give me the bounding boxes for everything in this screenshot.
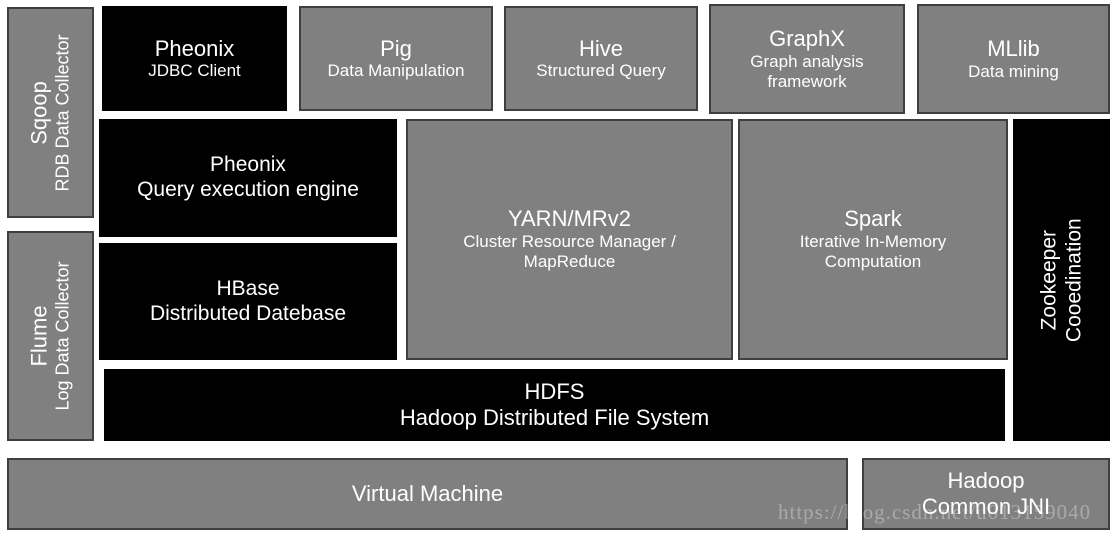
block-pheonix-jdbc-client-title: Pheonix	[154, 35, 235, 61]
block-graphx[interactable]: GraphX Graph analysis framework	[709, 4, 905, 114]
block-sqoop-subtitle: RDB Data Collector	[52, 33, 73, 192]
block-hadoop-common-jni-subtitle: Common JNI	[921, 494, 1051, 519]
hadoop-ecosystem-diagram: Sqoop RDB Data Collector Flume Log Data …	[0, 0, 1114, 537]
block-sqoop-title: Sqoop	[26, 80, 52, 145]
block-pheonix-jdbc-client-subtitle: JDBC Client	[148, 61, 241, 81]
block-hbase-title: HBase	[216, 276, 280, 300]
block-hdfs-title: HDFS	[524, 379, 585, 405]
block-pig[interactable]: Pig Data Manipulation	[299, 6, 493, 111]
block-sqoop[interactable]: Sqoop RDB Data Collector	[7, 7, 94, 218]
block-pig-title: Pig	[380, 35, 412, 61]
block-hadoop-common-jni-title: Hadoop	[947, 468, 1025, 494]
block-hadoop-common-jni[interactable]: Hadoop Common JNI	[862, 458, 1110, 530]
block-pheonix-query-engine[interactable]: Pheonix Query execution engine	[99, 119, 397, 237]
block-zookeeper-title: Zookeeper	[1037, 229, 1061, 331]
block-hive[interactable]: Hive Structured Query	[504, 6, 698, 111]
block-pheonix-query-engine-title: Pheonix	[210, 153, 286, 177]
block-yarn-mrv2-title: YARN/MRv2	[507, 206, 632, 232]
block-pheonix-query-engine-subtitle: Query execution engine	[137, 178, 359, 201]
block-mllib-title: MLlib	[987, 36, 1040, 61]
block-virtual-machine[interactable]: Virtual Machine	[7, 458, 848, 530]
block-spark[interactable]: Spark Iterative In-Memory Computation	[738, 119, 1008, 360]
block-yarn-mrv2-subtitle-line1: Cluster Resource Manager /	[463, 232, 676, 252]
block-hive-title: Hive	[578, 35, 623, 61]
block-zookeeper[interactable]: Zookeeper Cooedination	[1013, 119, 1110, 441]
block-virtual-machine-title: Virtual Machine	[351, 481, 504, 507]
block-hdfs[interactable]: HDFS Hadoop Distributed File System	[104, 369, 1005, 441]
block-spark-subtitle-line2: Computation	[824, 252, 922, 272]
block-zookeeper-subtitle: Cooedination	[1062, 218, 1086, 342]
block-hbase-subtitle: Distributed Datebase	[149, 301, 347, 325]
block-spark-subtitle-line1: Iterative In-Memory	[799, 232, 947, 252]
block-mllib[interactable]: MLlib Data mining	[917, 4, 1110, 114]
block-pheonix-jdbc-client[interactable]: Pheonix JDBC Client	[102, 6, 287, 111]
block-flume[interactable]: Flume Log Data Collector	[7, 231, 94, 441]
block-hive-subtitle: Structured Query	[536, 61, 666, 81]
block-yarn-mrv2-subtitle-line2: MapReduce	[523, 252, 616, 272]
block-mllib-subtitle: Data mining	[968, 61, 1059, 81]
block-hbase[interactable]: HBase Distributed Datebase	[99, 243, 397, 360]
block-hdfs-subtitle: Hadoop Distributed File System	[399, 405, 710, 430]
block-flume-subtitle: Log Data Collector	[52, 261, 73, 411]
block-flume-title: Flume	[26, 305, 52, 367]
block-yarn-mrv2[interactable]: YARN/MRv2 Cluster Resource Manager / Map…	[406, 119, 733, 360]
block-pig-subtitle: Data Manipulation	[327, 61, 465, 81]
block-spark-title: Spark	[844, 206, 902, 232]
block-graphx-title: GraphX	[769, 25, 845, 51]
block-graphx-subtitle: Graph analysis framework	[750, 51, 864, 91]
